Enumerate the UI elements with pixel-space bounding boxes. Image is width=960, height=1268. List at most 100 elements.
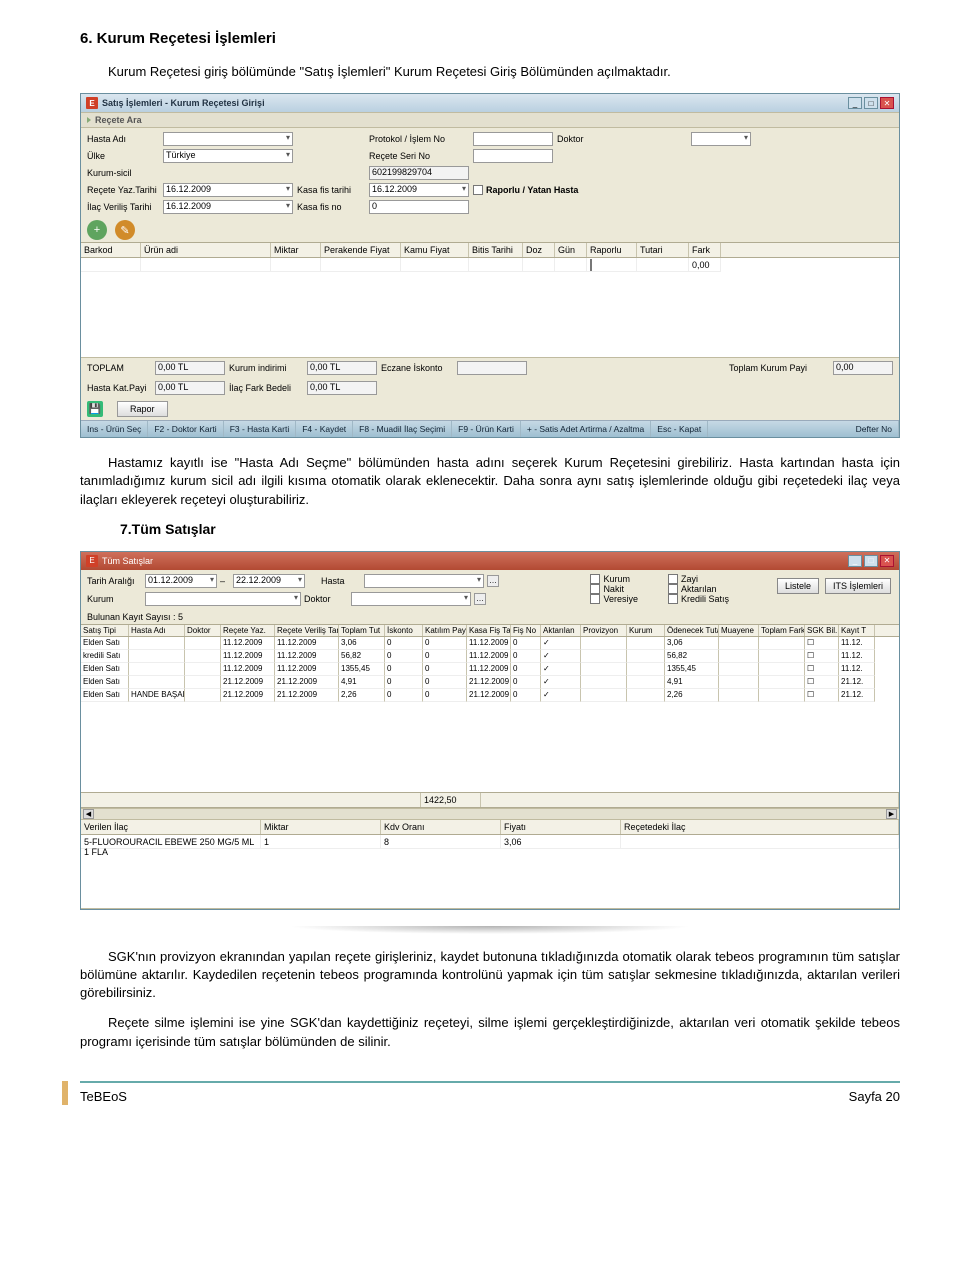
label-kurum-filter: Kurum [87, 594, 142, 604]
window-kurum-recetesi-girisi: E Satış İşlemleri - Kurum Reçetesi Giriş… [80, 93, 900, 438]
ts-row[interactable]: Elden Satı11.12.200911.12.20091355,45001… [81, 663, 899, 676]
minimize-button[interactable]: _ [848, 555, 862, 567]
page-footer: TeBEoS Sayfa 20 [80, 1081, 900, 1104]
input-protokol[interactable] [473, 132, 553, 146]
chk-lbl-veresiye: Veresiye [603, 594, 638, 604]
ts-row[interactable]: kredili Satı11.12.200911.12.200956,82001… [81, 650, 899, 663]
select-kurum-filter[interactable] [145, 592, 301, 606]
label-tarih-araligi: Tarih Aralığı [87, 576, 142, 586]
select-doktor-filter[interactable] [351, 592, 471, 606]
checkbox-column: Kurum Nakit Veresiye Zayi Aktarılan Kred… [590, 574, 729, 604]
row-checkbox[interactable] [590, 259, 592, 271]
ts-row[interactable]: Elden Satı21.12.200921.12.20094,910021.1… [81, 676, 899, 689]
label-protokol: Protokol / İşlem No [369, 134, 469, 144]
maximize-button[interactable]: □ [864, 555, 878, 567]
label-hasta-adi: Hasta Adı [87, 134, 159, 144]
chk-veresiye[interactable] [590, 594, 600, 604]
scroll-left-icon[interactable]: ◀ [83, 809, 94, 819]
lookup-hasta-icon[interactable]: … [487, 575, 499, 587]
label-ilac-fark: İlaç Fark Bedeli [229, 383, 303, 393]
input-kasa-fis-no[interactable]: 0 [369, 200, 469, 214]
chk-aktarilan[interactable] [668, 584, 678, 594]
ts-grid-header: Satış TipiHasta AdıDoktor Reçete Yaz.Reç… [81, 624, 899, 637]
grid-header: Barkod Ürün adi Miktar Perakende Fiyat K… [81, 242, 899, 258]
totals-row-1: TOPLAM 0,00 TL Kurum indirimi 0,00 TL Ec… [81, 358, 899, 378]
minimize-button[interactable]: _ [848, 97, 862, 109]
date-from[interactable]: 01.12.2009 [145, 574, 217, 588]
col-doz: Doz [523, 243, 555, 257]
footer-left: TeBEoS [80, 1089, 127, 1104]
lookup-doktor-icon[interactable]: … [474, 593, 486, 605]
col-gun: Gün [555, 243, 587, 257]
label-hasta-kat: Hasta Kat.Payi [87, 383, 151, 393]
h-scrollbar[interactable]: ◀ ▶ [81, 808, 899, 820]
paragraph-intro-6: Kurum Reçetesi giriş bölümünde "Satış İş… [80, 63, 900, 81]
label-doktor-filter: Doktor [304, 594, 348, 604]
col-bitis: Bitis Tarihi [469, 243, 523, 257]
close-button[interactable]: ✕ [880, 97, 894, 109]
ts-sub-row: 5-FLUOROURACIL EBEWE 250 MG/5 ML 1 FLA 1… [81, 835, 899, 849]
save-icon[interactable]: 💾 [87, 401, 103, 417]
close-button[interactable]: ✕ [880, 555, 894, 567]
shortcut-f2: F2 - Doktor Karti [148, 421, 223, 437]
ts-sub-header: Verilen İlaçMiktar Kdv OranıFiyatı Reçet… [81, 820, 899, 835]
date-recete-yaz[interactable]: 16.12.2009 [163, 183, 293, 197]
date-kasa-fis[interactable]: 16.12.2009 [369, 183, 469, 197]
maximize-button[interactable]: □ [864, 97, 878, 109]
label-doktor: Doktor [557, 134, 687, 144]
input-kurum-sicil: 602199829704 [369, 166, 469, 180]
chk-nakit[interactable] [590, 584, 600, 594]
shortcut-f9: F9 - Ürün Karti [452, 421, 521, 437]
label-toplam: TOPLAM [87, 363, 151, 373]
col-raporlu: Raporlu [587, 243, 637, 257]
item-detail-icon[interactable]: ✎ [115, 220, 135, 240]
chk-zayi[interactable] [668, 574, 678, 584]
checkbox-raporlu[interactable] [473, 185, 483, 195]
paragraph-explain-7b: Reçete silme işlemini ise yine SGK'dan k… [80, 1014, 900, 1050]
ts-grid-body[interactable]: Elden Satı11.12.200911.12.20093,060011.1… [81, 637, 899, 702]
shortcut-ins: Ins - Ürün Seç [81, 421, 148, 437]
shortcut-esc: Esc - Kapat [651, 421, 708, 437]
select-doktor[interactable] [691, 132, 751, 146]
add-item-icon[interactable]: + [87, 220, 107, 240]
sub-recete [621, 835, 899, 849]
shortcut-f8: F8 - Muadil İlaç Seçimi [353, 421, 452, 437]
value-hasta-kat: 0,00 TL [155, 381, 225, 395]
value-ilac-fark: 0,00 TL [307, 381, 377, 395]
scroll-right-icon[interactable]: ▶ [886, 809, 897, 819]
date-ilac-verilis[interactable]: 16.12.2009 [163, 200, 293, 214]
label-ulke: Ülke [87, 151, 159, 161]
grid-body[interactable]: 0,00 [81, 258, 899, 358]
select-ulke[interactable]: Türkiye [163, 149, 293, 163]
chk-kredili[interactable] [668, 594, 678, 604]
paragraph-explain-7a: SGK'nın provizyon ekranından yapılan reç… [80, 948, 900, 1003]
ts-row[interactable]: Elden Satı11.12.200911.12.20093,060011.1… [81, 637, 899, 650]
section-label: Reçete Ara [95, 115, 142, 125]
app-icon: E [86, 555, 98, 567]
chk-lbl-nakit: Nakit [603, 584, 624, 594]
chk-kurum[interactable] [590, 574, 600, 584]
chk-lbl-aktarilan: Aktarılan [681, 584, 717, 594]
listele-button[interactable]: Listele [777, 578, 819, 594]
label-hasta-filter: Hasta [321, 576, 361, 586]
app-icon: E [86, 97, 98, 109]
input-recete-seri[interactable] [473, 149, 553, 163]
label-recete-seri: Reçete Seri No [369, 151, 469, 161]
ts-total-value: 1422,50 [421, 793, 481, 807]
triangle-icon [87, 117, 91, 123]
record-count: Bulunan Kayıt Sayısı : 5 [81, 610, 899, 624]
date-to[interactable]: 22.12.2009 [233, 574, 305, 588]
select-hasta-adi[interactable] [163, 132, 293, 146]
sub-ilac: 5-FLUOROURACIL EBEWE 250 MG/5 ML 1 FLA [81, 835, 261, 849]
col-miktar: Miktar [271, 243, 321, 257]
select-hasta-filter[interactable] [364, 574, 484, 588]
its-islemleri-button[interactable]: ITS İşlemleri [825, 578, 891, 594]
col-barkod: Barkod [81, 243, 141, 257]
shortcut-bar: Ins - Ürün Seç F2 - Doktor Karti F3 - Ha… [81, 420, 899, 437]
ts-row[interactable]: Elden SatıHANDE BAŞARAN21.12.200921.12.2… [81, 689, 899, 702]
rapor-button[interactable]: Rapor [117, 401, 168, 417]
chk-lbl-kurum: Kurum [603, 574, 630, 584]
label-kurum-ind: Kurum indirimi [229, 363, 303, 373]
col-tutari: Tutari [637, 243, 689, 257]
shortcut-defter: Defter No [850, 421, 899, 437]
